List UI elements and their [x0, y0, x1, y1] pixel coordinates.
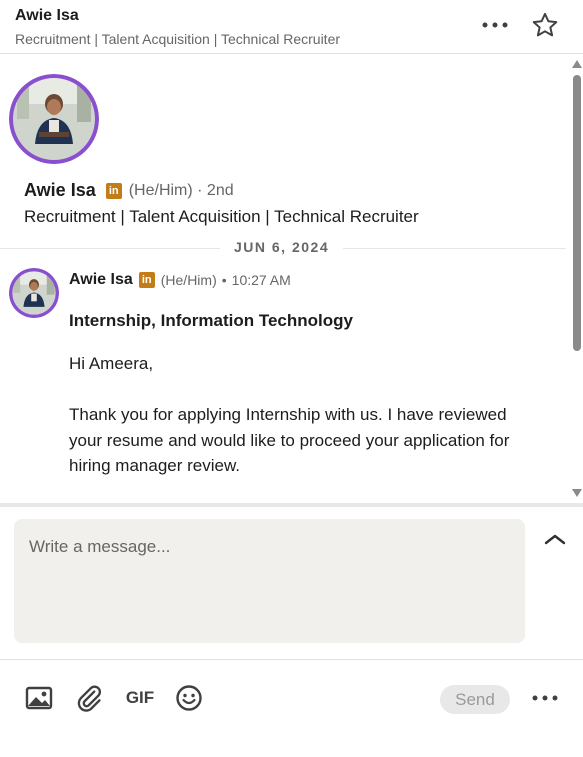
image-icon [25, 686, 53, 710]
sender-avatar[interactable] [9, 268, 59, 318]
linkedin-premium-badge-icon: in [105, 182, 122, 199]
message-meta: Awie Isa in (He/Him) • 10:27 AM [69, 271, 291, 289]
emoji-icon [176, 685, 202, 711]
toolbar-divider [0, 659, 583, 660]
message-paragraph: Thank you for applying Internship with u… [69, 405, 510, 475]
composer-divider [0, 503, 583, 507]
ellipsis-icon [532, 695, 558, 701]
profile-headline: Recruitment | Talent Acquisition | Techn… [24, 207, 419, 226]
expand-composer-button[interactable] [540, 527, 570, 551]
date-label: JUN 6, 2024 [220, 239, 344, 255]
profile-pronoun-degree: (He/Him) · 2nd [128, 181, 234, 199]
attach-image-button[interactable] [23, 682, 55, 714]
gif-button[interactable]: GIF [122, 682, 158, 714]
scroll-up-arrow-icon[interactable] [572, 60, 582, 68]
message-greeting: Hi Ameera, [69, 354, 154, 373]
star-icon [532, 12, 558, 37]
message-subject: Internship, Information Technology [69, 311, 353, 330]
message-input[interactable] [29, 537, 510, 625]
header-name[interactable]: Awie Isa [15, 7, 79, 25]
more-options-button[interactable] [478, 12, 512, 38]
profile-name[interactable]: Awie Isa [24, 180, 96, 201]
profile-avatar[interactable] [9, 74, 99, 164]
attach-file-button[interactable] [73, 682, 105, 714]
star-button[interactable] [528, 9, 562, 41]
meta-separator: • [221, 272, 227, 288]
message-sender-pronoun: (He/Him) [160, 272, 217, 288]
send-button[interactable]: Send [440, 685, 510, 714]
header-headline: Recruitment | Talent Acquisition | Techn… [15, 31, 341, 47]
profile-name-row: Awie Isa in (He/Him) · 2nd [24, 180, 234, 201]
message-thread[interactable]: Awie Isa in (He/Him) · 2nd Recruitment |… [0, 55, 583, 503]
message-composer[interactable] [14, 519, 525, 643]
message-timestamp: 10:27 AM [231, 272, 291, 288]
ellipsis-icon [482, 22, 508, 28]
linkedin-premium-badge-icon: in [138, 272, 155, 288]
emoji-button[interactable] [173, 682, 205, 714]
scrollbar-thumb[interactable] [573, 75, 581, 351]
message-sender-name[interactable]: Awie Isa [69, 271, 133, 289]
chevron-up-icon [544, 534, 566, 545]
message-body: Hi Ameera, Thank you for applying Intern… [69, 351, 539, 479]
composer-more-options-button[interactable] [528, 682, 562, 714]
scroll-down-arrow-icon[interactable] [572, 489, 582, 497]
conversation-header: Awie Isa Recruitment | Talent Acquisitio… [0, 0, 583, 54]
thread-scrollbar[interactable] [569, 55, 583, 503]
date-divider: JUN 6, 2024 [0, 239, 566, 259]
paperclip-icon [77, 685, 102, 712]
